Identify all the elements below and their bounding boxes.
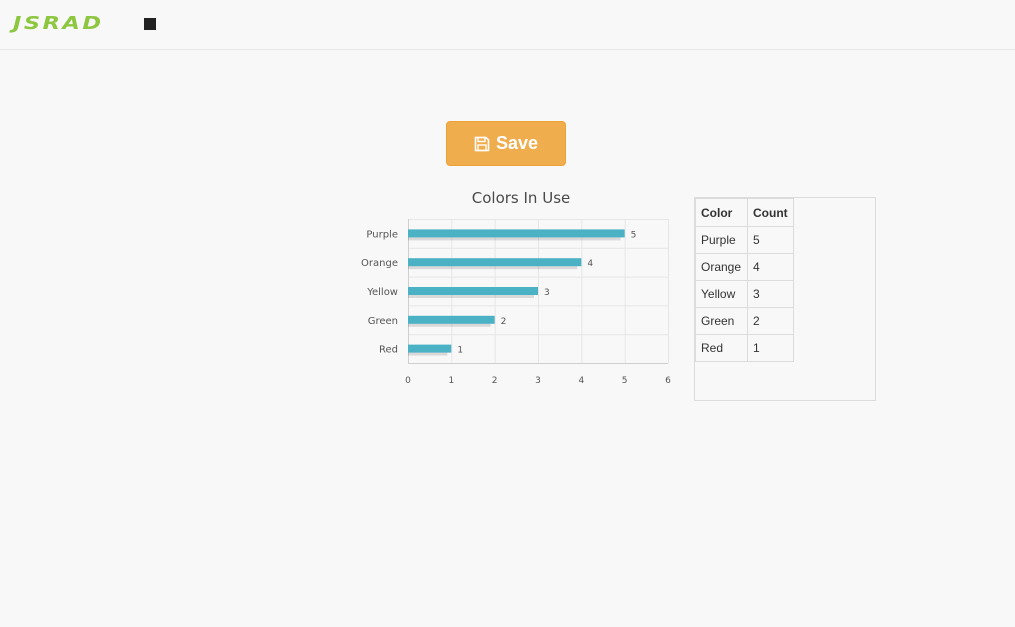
save-button-label: Save — [495, 133, 539, 153]
table-cell-count: 3 — [747, 280, 794, 308]
bar — [408, 287, 538, 295]
chart-title: Colors In Use — [471, 189, 571, 207]
table-row: Purple 5 — [695, 226, 794, 254]
table-cell-count: 4 — [747, 253, 794, 281]
top-navbar: JSRAD — [0, 0, 1015, 50]
table-header-row: Color Count — [695, 198, 794, 227]
x-tick-label: 3 — [535, 376, 541, 386]
x-tick-label: 1 — [448, 376, 454, 386]
data-label: 2 — [501, 317, 507, 327]
table-cell-color: Purple — [695, 226, 748, 254]
column-header-color[interactable]: Color — [695, 198, 748, 227]
table-row: Green 2 — [695, 307, 794, 335]
bar — [408, 344, 452, 353]
category-label: Purple — [366, 229, 398, 240]
category-label: Red — [379, 345, 398, 356]
x-tick-label: 6 — [665, 376, 671, 386]
data-table: Color Count Purple 5 Orange 4 Yellow 3 G… — [695, 198, 794, 362]
data-label: 3 — [544, 288, 550, 298]
data-label: 4 — [587, 259, 593, 269]
table-cell-color: Red — [695, 334, 748, 362]
bar — [408, 229, 625, 238]
save-button[interactable]: Save — [446, 121, 566, 166]
x-tick-label: 4 — [578, 376, 584, 386]
table-cell-count: 2 — [747, 307, 794, 335]
category-label: Orange — [361, 258, 398, 269]
x-tick-label: 0 — [405, 376, 411, 386]
category-label: Yellow — [366, 287, 398, 298]
x-tick-label: 5 — [622, 376, 628, 386]
data-label: 5 — [631, 230, 637, 240]
app-logo[interactable]: JSRAD — [13, 13, 104, 34]
x-tick-label: 2 — [492, 376, 498, 386]
table-cell-count: 1 — [747, 334, 794, 362]
category-label: Green — [368, 316, 398, 327]
bar — [408, 258, 582, 267]
table-row: Yellow 3 — [695, 280, 794, 308]
table-cell-color: Green — [695, 307, 748, 335]
floppy-disk-icon — [474, 136, 490, 152]
table-cell-color: Orange — [695, 253, 748, 281]
table-row: Orange 4 — [695, 253, 794, 281]
bar-chart: Purple 5 Orange 4 Yellow 3 Green 2 Red 1 0 1 2 3 4 5 6 — [361, 219, 671, 386]
column-header-count[interactable]: Count — [747, 198, 794, 227]
data-label: 1 — [457, 346, 463, 356]
table-row: Red 1 — [695, 334, 794, 362]
table-cell-count: 5 — [747, 226, 794, 254]
data-table-panel: Color Count Purple 5 Orange 4 Yellow 3 G… — [694, 197, 876, 401]
square-icon[interactable] — [144, 18, 156, 30]
bar — [408, 315, 495, 324]
table-cell-color: Yellow — [695, 280, 748, 308]
